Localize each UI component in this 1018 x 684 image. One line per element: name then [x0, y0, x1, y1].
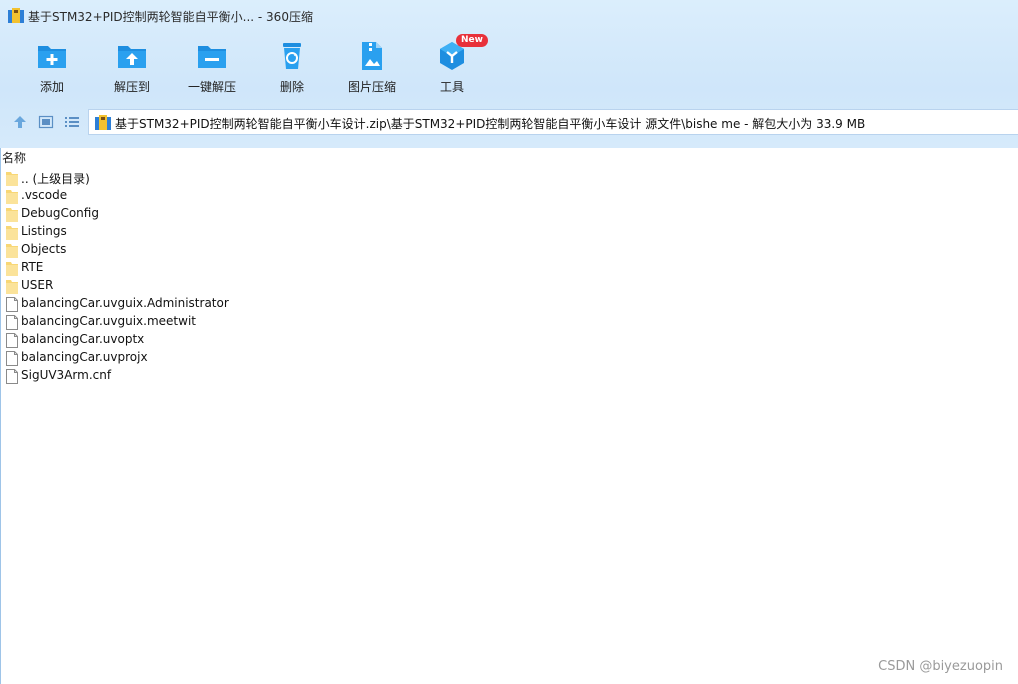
address-bar[interactable]: 基于STM32+PID控制两轮智能自平衡小车设计.zip\基于STM32+PID…: [88, 109, 1018, 135]
folder-icon: [6, 208, 18, 222]
tools-label: 工具: [439, 80, 464, 94]
folder-row[interactable]: USER: [0, 277, 1018, 295]
file-name: balancingCar.uvguix.meetwit: [21, 314, 196, 328]
archive-icon: [95, 115, 111, 130]
folder-icon: [6, 190, 18, 204]
list-view-icon[interactable]: [64, 114, 80, 130]
add-button[interactable]: 添加: [12, 38, 92, 98]
up-arrow-icon[interactable]: [12, 114, 28, 130]
file-name: Listings: [21, 224, 67, 238]
delete-button[interactable]: 删除: [252, 38, 332, 98]
file-icon: [6, 369, 18, 384]
watermark: CSDN @biyezuopin: [878, 659, 1003, 674]
file-name: DebugConfig: [21, 206, 99, 220]
image-compress-icon: [362, 42, 382, 70]
recycle-bin-icon: [283, 43, 301, 69]
file-icon: [6, 351, 18, 366]
file-name: balancingCar.uvoptx: [21, 332, 145, 346]
folder-add-icon: [38, 46, 66, 68]
thumbnail-view-icon[interactable]: [38, 114, 54, 130]
navigation-bar: 基于STM32+PID控制两轮智能自平衡小车设计.zip\基于STM32+PID…: [0, 106, 1018, 138]
folder-row[interactable]: Listings: [0, 223, 1018, 241]
file-name: Objects: [21, 242, 67, 256]
folder-icon: [6, 172, 18, 186]
file-name: .. (上级目录): [21, 172, 90, 186]
one-click-extract-button[interactable]: 一键解压: [172, 38, 252, 98]
folder-icon: [6, 244, 18, 258]
window-title: 基于STM32+PID控制两轮智能自平衡小... - 360压缩: [28, 10, 313, 24]
title-bar: 基于STM32+PID控制两轮智能自平衡小... - 360压缩: [0, 0, 1018, 30]
folder-row[interactable]: RTE: [0, 259, 1018, 277]
folder-icon: [6, 262, 18, 276]
delete-label: 删除: [279, 80, 304, 94]
file-row[interactable]: balancingCar.uvguix.meetwit: [0, 313, 1018, 331]
add-label: 添加: [39, 80, 64, 94]
file-row[interactable]: balancingCar.uvguix.Administrator: [0, 295, 1018, 313]
folder-row[interactable]: Objects: [0, 241, 1018, 259]
column-header-name[interactable]: 名称: [0, 148, 1018, 168]
folder-row[interactable]: DebugConfig: [0, 205, 1018, 223]
folder-extract-icon: [118, 46, 146, 68]
extract-to-button[interactable]: 解压到: [92, 38, 172, 98]
file-name: USER: [21, 278, 54, 292]
image-compress-label: 图片压缩: [347, 80, 396, 94]
address-path: 基于STM32+PID控制两轮智能自平衡小车设计.zip\基于STM32+PID…: [115, 117, 866, 131]
window-chrome: 基于STM32+PID控制两轮智能自平衡小... - 360压缩 添加 解压到: [0, 0, 1018, 148]
file-row[interactable]: balancingCar.uvoptx: [0, 331, 1018, 349]
file-icon: [6, 333, 18, 348]
archive-app-icon: [8, 8, 24, 23]
file-name: balancingCar.uvprojx: [21, 350, 148, 364]
file-row[interactable]: balancingCar.uvprojx: [0, 349, 1018, 367]
new-badge: New: [456, 34, 488, 47]
one-click-extract-label: 一键解压: [187, 80, 236, 94]
toolbar: 添加 解压到 一键解压 删除 图片压缩 New 工具: [0, 30, 1018, 102]
file-name: SigUV3Arm.cnf: [21, 368, 112, 382]
file-name: .vscode: [21, 188, 68, 202]
folder-row[interactable]: .. (上级目录): [0, 169, 1018, 187]
column-name-label: 名称: [2, 151, 27, 165]
file-icon: [6, 315, 18, 330]
folder-row[interactable]: .vscode: [0, 187, 1018, 205]
extract-to-label: 解压到: [113, 80, 150, 94]
tools-button[interactable]: New 工具: [412, 34, 492, 98]
file-name: balancingCar.uvguix.Administrator: [21, 296, 229, 310]
folder-minus-icon: [198, 46, 226, 68]
image-compress-button[interactable]: 图片压缩: [332, 38, 412, 98]
file-list: .. (上级目录) .vscode DebugConfig Listings Objec…: [0, 169, 1018, 385]
file-icon: [6, 297, 18, 312]
folder-icon: [6, 280, 18, 294]
folder-icon: [6, 226, 18, 240]
file-name: RTE: [21, 260, 44, 274]
file-row[interactable]: SigUV3Arm.cnf: [0, 367, 1018, 385]
